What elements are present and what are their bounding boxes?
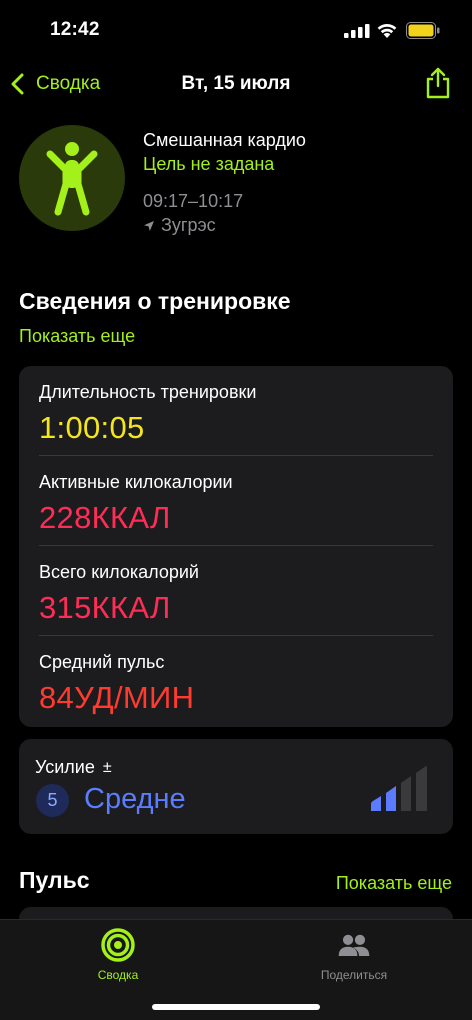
workout-location: Зугрэс [143, 215, 216, 236]
workout-name: Смешанная кардио [143, 130, 306, 150]
stat-label: Длительность тренировки [39, 382, 257, 402]
tab-label: Сводка [97, 968, 139, 982]
status-time: 12:42 [50, 19, 100, 40]
status-bar: 12:42 [0, 0, 472, 60]
stat-value: 84УД/МИН [39, 680, 195, 715]
heart-rate-show-more-link[interactable]: Показать еще [336, 873, 452, 894]
effort-label-row: Усилие ± [35, 757, 112, 778]
signal-icon [344, 24, 370, 38]
share-icon[interactable] [424, 66, 452, 100]
stat-total-calories: Всего килокалорий 315ККАЛ [39, 546, 433, 636]
stat-value: 1:00:05 [39, 410, 145, 445]
stat-value: 228ККАЛ [39, 500, 171, 535]
effort-level: Средне [84, 783, 186, 815]
tab-summary[interactable]: Сводка [58, 928, 178, 982]
location-arrow-icon [144, 220, 154, 231]
effort-bars-icon [371, 766, 427, 811]
section-title-details: Сведения о тренировке [19, 288, 291, 314]
effort-score-badge: 5 [36, 784, 69, 817]
effort-label: Усилие [35, 757, 95, 777]
stat-avg-heart-rate: Средний пульс 84УД/МИН [39, 636, 433, 726]
workout-type-badge [19, 125, 125, 231]
workout-stats-card: Длительность тренировки 1:00:05 Активные… [19, 366, 453, 727]
section-title-heart-rate: Пульс [19, 867, 90, 893]
people-icon [338, 934, 370, 957]
activity-rings-icon [101, 928, 135, 962]
navigation-bar: Сводка Вт, 15 июля [0, 62, 472, 106]
stat-value: 315ККАЛ [39, 590, 171, 625]
details-show-more-link[interactable]: Показать еще [19, 326, 135, 347]
stat-label: Всего килокалорий [39, 562, 199, 582]
workout-time-range: 09:17–10:17 [143, 191, 244, 211]
stat-label: Активные килокалории [39, 472, 233, 492]
tab-share[interactable]: Поделиться [294, 928, 414, 982]
goal-status[interactable]: Цель не задана [143, 154, 274, 175]
stat-active-calories: Активные килокалории 228ККАЛ [39, 456, 433, 546]
page-title: Вт, 15 июля [181, 73, 291, 94]
effort-card[interactable]: Усилие ± 5 Средне [19, 739, 453, 834]
stat-label: Средний пульс [39, 652, 165, 672]
home-indicator[interactable] [152, 1004, 320, 1010]
stat-duration: Длительность тренировки 1:00:05 [39, 366, 433, 456]
battery-icon [406, 22, 440, 39]
wifi-icon [377, 23, 397, 38]
tab-label: Поделиться [320, 968, 388, 982]
location-name: Зугрэс [161, 215, 216, 235]
figure-cardio-icon [46, 142, 98, 216]
plus-minus-icon: ± [102, 758, 112, 776]
